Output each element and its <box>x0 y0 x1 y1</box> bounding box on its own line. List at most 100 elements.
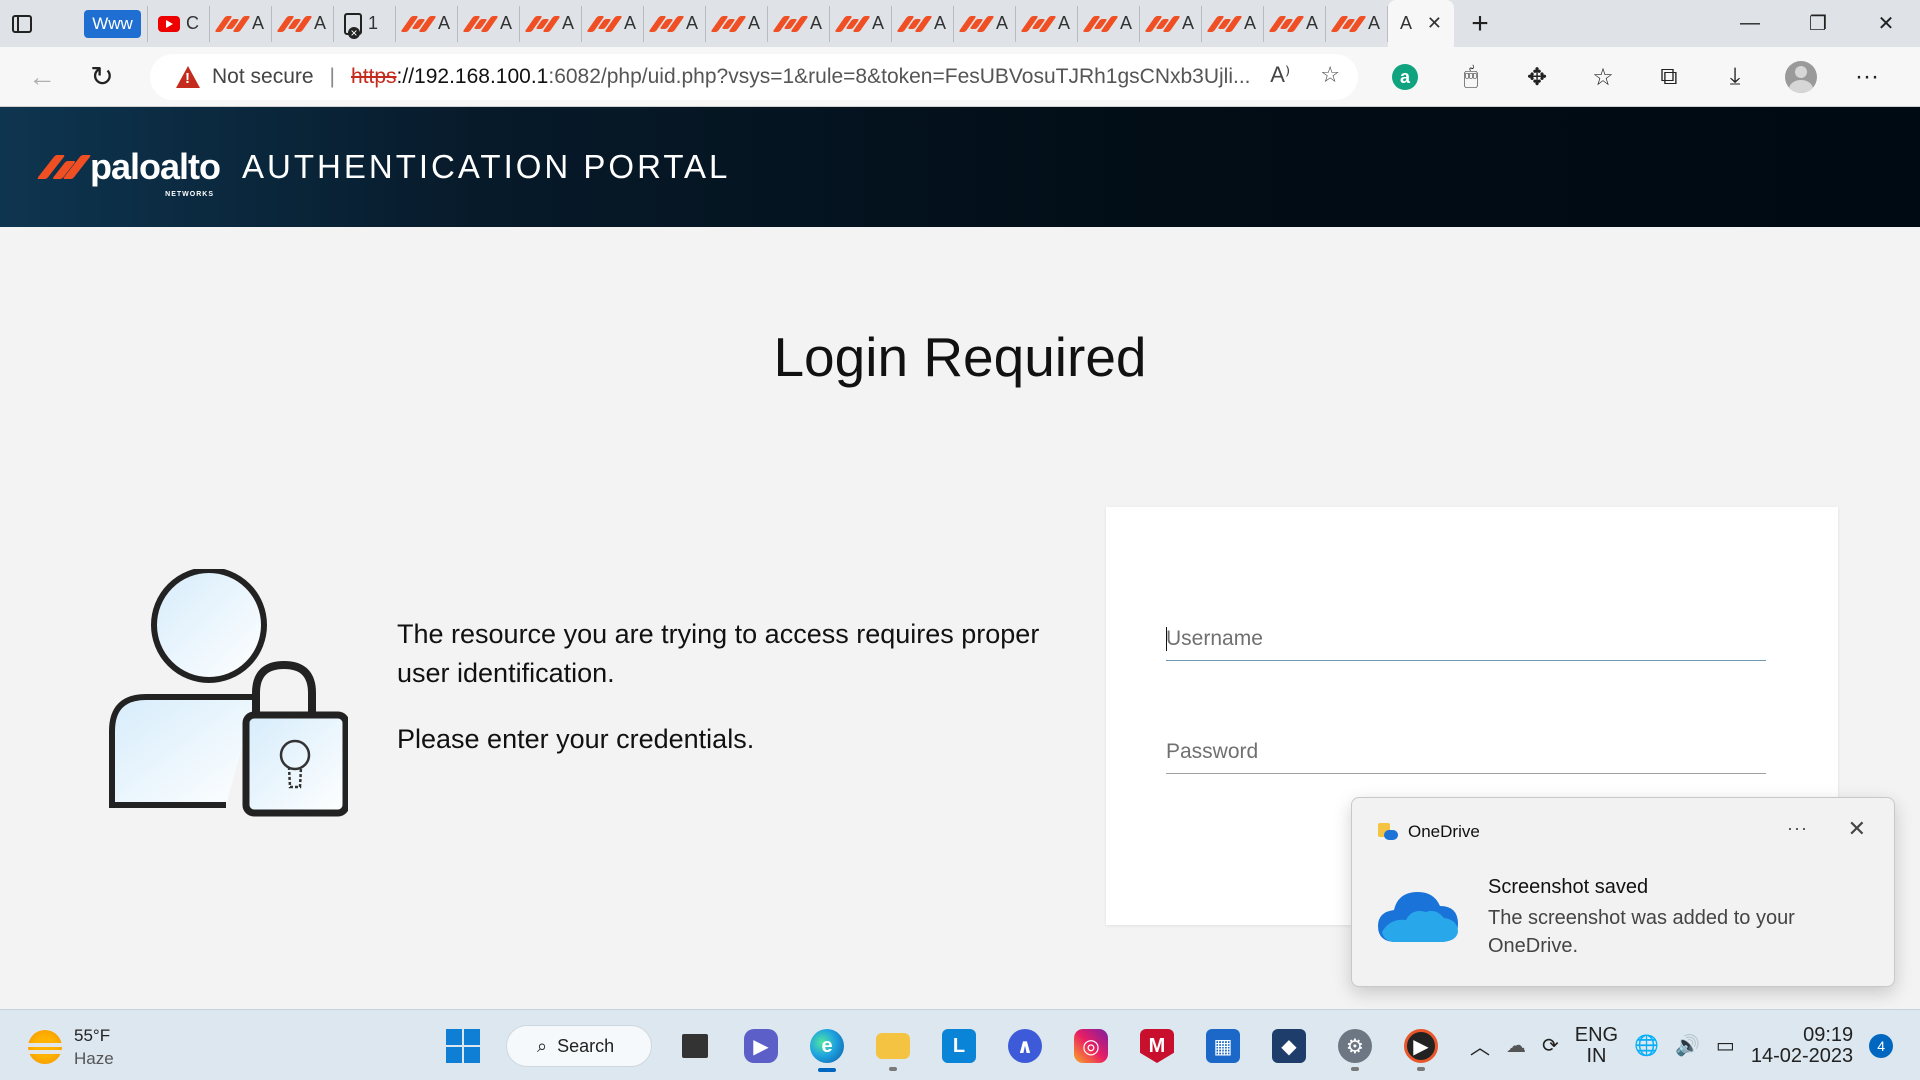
minimize-button[interactable]: — <box>1716 0 1784 47</box>
browser-tab[interactable]: C <box>148 5 210 42</box>
tab-label: 1 <box>368 13 379 33</box>
security-indicator[interactable]: Not secure <box>212 65 314 89</box>
browser-tab[interactable]: A <box>1326 5 1388 42</box>
store-button[interactable]: ▦ <box>1190 1018 1256 1074</box>
browser-tab[interactable]: A <box>706 5 768 42</box>
collections-button[interactable]: ⧉ <box>1636 47 1702 107</box>
browser-tab[interactable]: A <box>892 5 954 42</box>
instagram-button[interactable]: ◎ <box>1058 1018 1124 1074</box>
volume-button[interactable]: 🔊 <box>1667 1010 1708 1080</box>
add-favorite-icon[interactable]: ☆ <box>1320 62 1340 88</box>
sync-tray-button[interactable]: ⟳ <box>1534 1010 1567 1080</box>
clock[interactable]: 09:19 14-02-2023 <box>1743 1010 1861 1080</box>
toast-more-button[interactable]: ··· <box>1787 818 1808 839</box>
new-tab-button[interactable]: + <box>1454 0 1506 47</box>
tab-label: A <box>810 13 823 33</box>
refresh-button[interactable]: ↻ <box>72 47 132 107</box>
browser-tab[interactable]: A <box>520 5 582 42</box>
tab-close-icon[interactable]: ✕ <box>1427 13 1442 34</box>
browser-tab[interactable]: A <box>830 5 892 42</box>
browser-tab[interactable]: A <box>1140 5 1202 42</box>
message-requirement: The resource you are trying to access re… <box>397 619 1040 688</box>
close-window-button[interactable]: ✕ <box>1852 0 1920 47</box>
task-view-button[interactable] <box>662 1018 728 1074</box>
tab-label: C <box>186 13 199 33</box>
browser-tab[interactable]: 1 <box>334 5 396 42</box>
edge-app-button[interactable]: e <box>794 1018 860 1074</box>
onedrive-notification[interactable]: OneDrive ··· ✕ Screenshot saved The scre… <box>1351 797 1895 987</box>
onedrive-small-icon <box>1378 823 1398 841</box>
folder-icon <box>876 1033 910 1059</box>
tab-label: A <box>1306 13 1319 33</box>
battery-button[interactable]: ▭ <box>1708 1010 1743 1080</box>
browser-tab[interactable]: A <box>1202 5 1264 42</box>
tab-active-label: A <box>1400 13 1413 33</box>
address-bar[interactable]: Not secure | https://192.168.100.1:6082/… <box>150 54 1358 100</box>
browser-tab[interactable]: A <box>954 5 1016 42</box>
tab-label: A <box>500 13 513 33</box>
shield-icon: M <box>1140 1029 1174 1063</box>
paloalto-favicon-icon <box>1082 15 1119 32</box>
browser-tab[interactable]: A <box>272 5 334 42</box>
taskbar-apps: ⌕ Search ▶ e L ∧ ◎ M ▦ ◆ ⚙ ▶ <box>430 1018 1454 1074</box>
password-input[interactable] <box>1166 732 1766 772</box>
brand-name: paloalto <box>90 146 221 187</box>
browser-tab[interactable]: A <box>210 5 272 42</box>
browser-tab[interactable]: A <box>644 5 706 42</box>
tab-active[interactable]: A ✕ <box>1388 0 1454 47</box>
browser-tab[interactable]: A <box>396 5 458 42</box>
tab-label: A <box>1368 13 1381 33</box>
paloalto-favicon-icon <box>214 15 251 32</box>
l-app-button[interactable]: L <box>926 1018 992 1074</box>
tab-label: A <box>438 13 451 33</box>
search-icon: ⌕ <box>537 1035 548 1056</box>
toast-close-button[interactable]: ✕ <box>1848 816 1866 842</box>
mcafee-button[interactable]: M <box>1124 1018 1190 1074</box>
language-indicator[interactable]: ENG IN <box>1567 1010 1626 1080</box>
weather-widget[interactable]: 55°F Haze <box>24 1024 114 1070</box>
profile-button[interactable] <box>1768 47 1834 107</box>
media-player-button[interactable]: ▶ <box>1388 1018 1454 1074</box>
mouse-extension-button[interactable]: 🖱 <box>1438 47 1504 107</box>
username-field[interactable] <box>1166 619 1766 661</box>
virtualbox-button[interactable]: ◆ <box>1256 1018 1322 1074</box>
restore-button[interactable]: ❐ <box>1784 0 1852 47</box>
downloads-button[interactable]: ⤓ <box>1702 47 1768 107</box>
paloalto-favicon-icon <box>1206 15 1243 32</box>
browser-tab[interactable]: A <box>768 5 830 42</box>
play-icon: ▶ <box>1404 1029 1438 1063</box>
onedrive-tray-button[interactable]: ☁ <box>1498 1010 1534 1080</box>
browser-tab[interactable]: A <box>1016 5 1078 42</box>
file-explorer-button[interactable] <box>860 1018 926 1074</box>
extension-a-button[interactable]: a <box>1372 47 1438 107</box>
settings-button[interactable]: ⚙ <box>1322 1018 1388 1074</box>
taskbar-search[interactable]: ⌕ Search <box>506 1025 652 1067</box>
network-button[interactable]: 🌐 <box>1626 1010 1667 1080</box>
toast-app-name: OneDrive <box>1408 822 1480 841</box>
username-input[interactable] <box>1166 619 1766 659</box>
browser-tab[interactable]: A <box>458 5 520 42</box>
browser-tab[interactable]: Www <box>78 5 148 42</box>
tab-label: A <box>624 13 637 33</box>
browser-tab[interactable]: A <box>1078 5 1140 42</box>
a-app-button[interactable]: ∧ <box>992 1018 1058 1074</box>
browser-tab[interactable]: A <box>582 5 644 42</box>
tab-label: Www <box>84 9 141 38</box>
notification-center-button[interactable]: 4 <box>1861 1010 1901 1080</box>
tab-actions-button[interactable] <box>0 0 44 47</box>
read-aloud-icon[interactable]: A⁾ <box>1270 62 1290 88</box>
browser-tab[interactable]: A <box>1264 5 1326 42</box>
teams-chat-button[interactable]: ▶ <box>728 1018 794 1074</box>
paloalto-favicon-icon <box>276 15 313 32</box>
favorites-button[interactable]: ☆ <box>1570 47 1636 107</box>
back-button[interactable]: ← <box>12 47 72 107</box>
settings-more-button[interactable]: ··· <box>1834 47 1900 107</box>
paloalto-favicon-icon <box>834 15 871 32</box>
extensions-button[interactable]: ✥ <box>1504 47 1570 107</box>
page-title: Login Required <box>773 326 1147 388</box>
address-bar-actions: A⁾ ☆ <box>1270 62 1340 88</box>
password-field[interactable] <box>1166 732 1766 774</box>
tab-label: A <box>686 13 699 33</box>
start-button[interactable] <box>430 1018 496 1074</box>
show-hidden-icons-button[interactable]: ︿ <box>1462 1010 1498 1080</box>
